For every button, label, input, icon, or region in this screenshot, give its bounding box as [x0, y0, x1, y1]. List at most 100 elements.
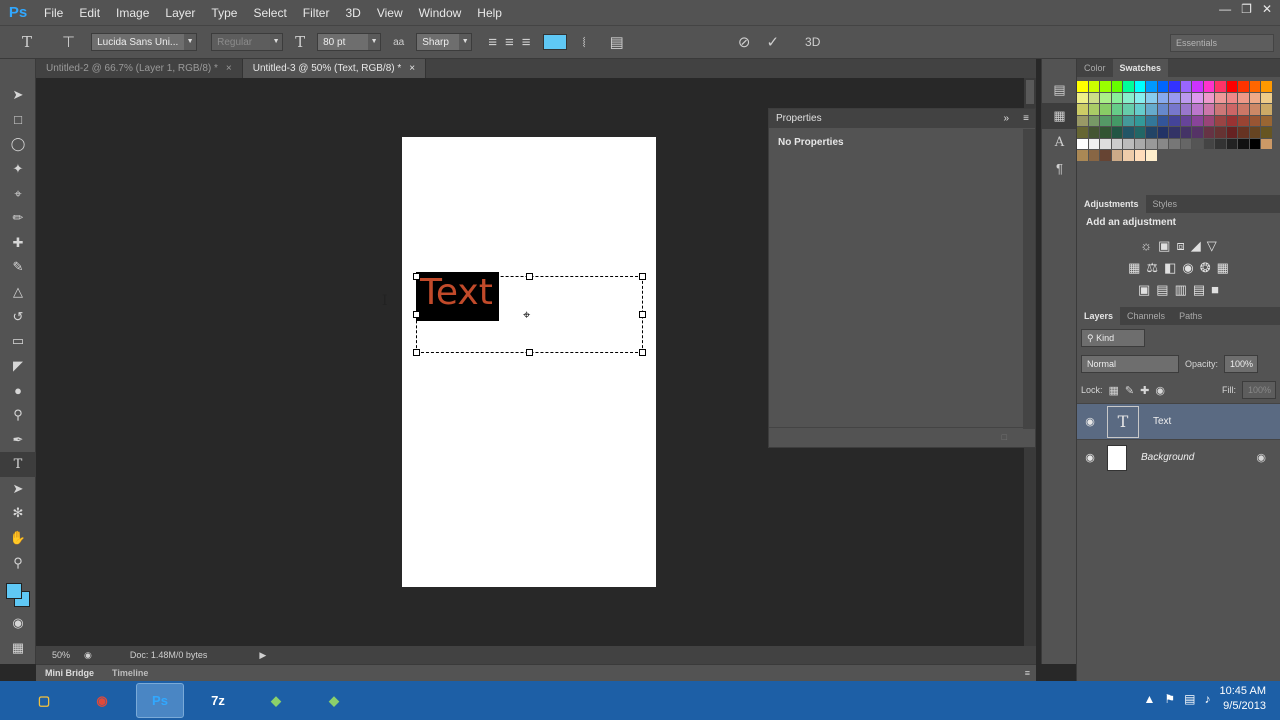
explorer-icon[interactable]: ▢: [20, 683, 68, 718]
align-left-icon[interactable]: ≡: [484, 34, 501, 51]
close-icon[interactable]: ×: [409, 63, 415, 74]
color-swatch[interactable]: [1180, 127, 1191, 138]
color-swatch[interactable]: [1123, 104, 1134, 115]
color-swatch[interactable]: [1146, 81, 1157, 92]
color-swatch[interactable]: [1100, 104, 1111, 115]
panel-menu-icon[interactable]: ≡: [1025, 668, 1030, 678]
tab-untitled-3[interactable]: Untitled-3 @ 50% (Text, RGB/8) * ×: [242, 59, 427, 78]
color-swatch[interactable]: [1100, 115, 1111, 126]
color-swatch[interactable]: [1100, 127, 1111, 138]
color-swatch[interactable]: [1203, 138, 1214, 149]
paint-bucket-tool-icon[interactable]: ◤: [0, 354, 36, 379]
shape-tool-icon[interactable]: ✻: [0, 501, 36, 526]
lock-pixels-icon[interactable]: ✎: [1125, 384, 1134, 397]
color-swatch[interactable]: [1123, 127, 1134, 138]
color-swatch[interactable]: [1134, 104, 1145, 115]
color-swatch[interactable]: [1215, 81, 1226, 92]
color-swatch[interactable]: [1261, 127, 1272, 138]
tab-paths[interactable]: Paths: [1172, 307, 1209, 325]
quick-select-tool-icon[interactable]: ✦: [0, 157, 36, 182]
trash-icon[interactable]: □: [1002, 432, 1007, 442]
pen-tool-icon[interactable]: ✒: [0, 427, 36, 452]
font-family-select[interactable]: Lucida Sans Uni... ▼: [91, 33, 198, 51]
color-swatch[interactable]: [1088, 104, 1099, 115]
color-swatch[interactable]: [1134, 115, 1145, 126]
color-swatch[interactable]: [1249, 115, 1260, 126]
dodge-tool-icon[interactable]: ⚲: [0, 403, 36, 428]
align-right-icon[interactable]: ≡: [518, 34, 535, 51]
color-swatch[interactable]: [1203, 127, 1214, 138]
color-swatch[interactable]: [1100, 138, 1111, 149]
color-swatch[interactable]: [1157, 127, 1168, 138]
color-swatch[interactable]: [1169, 138, 1180, 149]
color-swatch[interactable]: [1226, 115, 1237, 126]
color-swatch[interactable]: [1111, 81, 1122, 92]
channel-mixer-icon[interactable]: ❂: [1200, 260, 1211, 276]
color-swatch[interactable]: [1249, 81, 1260, 92]
color-swatch[interactable]: [1111, 150, 1122, 161]
color-swatch[interactable]: [1261, 138, 1272, 149]
color-swatch[interactable]: [1157, 81, 1168, 92]
posterize-icon[interactable]: ▤: [1156, 282, 1168, 298]
color-swatch[interactable]: [1146, 127, 1157, 138]
color-swatch[interactable]: [1100, 92, 1111, 103]
color-swatch[interactable]: [1146, 115, 1157, 126]
color-swatch[interactable]: [1169, 81, 1180, 92]
system-clock[interactable]: 10:45 AM 9/5/2013: [1220, 684, 1266, 714]
color-swatch[interactable]: [1180, 115, 1191, 126]
color-swatch[interactable]: [1261, 81, 1272, 92]
layer-name[interactable]: Background: [1141, 452, 1194, 463]
color-swatch[interactable]: [1088, 115, 1099, 126]
document-canvas[interactable]: Text ⌖: [402, 137, 656, 587]
color-swatch[interactable]: [1192, 127, 1203, 138]
color-swatch[interactable]: [1203, 104, 1214, 115]
color-swatch[interactable]: [1111, 104, 1122, 115]
color-swatch[interactable]: [1238, 115, 1249, 126]
color-swatch[interactable]: [1226, 138, 1237, 149]
color-swatch[interactable]: [1146, 92, 1157, 103]
properties-scrollbar[interactable]: [1023, 129, 1035, 429]
levels-icon[interactable]: ▣: [1158, 238, 1170, 254]
menu-file[interactable]: File: [36, 6, 71, 20]
menu-filter[interactable]: Filter: [295, 6, 338, 20]
layer-row-background[interactable]: ◉ Background ◉: [1077, 439, 1280, 475]
color-swatch[interactable]: [1215, 104, 1226, 115]
color-swatch[interactable]: [1238, 92, 1249, 103]
color-swatch[interactable]: [1215, 127, 1226, 138]
menu-type[interactable]: Type: [203, 6, 245, 20]
text-bounding-box[interactable]: ⌖: [413, 273, 646, 356]
hand-tool-icon[interactable]: ✋: [0, 526, 36, 551]
color-swatch[interactable]: [1123, 150, 1134, 161]
zoom-tool-icon[interactable]: ⚲: [0, 550, 36, 575]
color-swatch[interactable]: [1077, 81, 1088, 92]
color-swatch[interactable]: [1088, 92, 1099, 103]
color-swatch[interactable]: [1111, 127, 1122, 138]
play-icon[interactable]: ▶: [259, 650, 266, 661]
color-swatch[interactable]: [1238, 81, 1249, 92]
transform-handle[interactable]: [413, 311, 420, 318]
black-white-icon[interactable]: ◧: [1164, 260, 1176, 276]
tab-untitled-2[interactable]: Untitled-2 @ 66.7% (Layer 1, RGB/8) * ×: [36, 59, 243, 78]
commit-edit-icon[interactable]: ✓: [758, 33, 787, 51]
screen-mode-icon[interactable]: ▦: [0, 635, 36, 660]
app-icon[interactable]: ◆: [252, 683, 300, 718]
curves-icon[interactable]: ⧈: [1176, 238, 1184, 254]
tab-timeline[interactable]: Timeline: [103, 668, 157, 678]
brush-tool-icon[interactable]: ✎: [0, 255, 36, 280]
color-swatch[interactable]: [1077, 150, 1088, 161]
menu-edit[interactable]: Edit: [71, 6, 108, 20]
color-swatch[interactable]: [1261, 92, 1272, 103]
tab-adjustments[interactable]: Adjustments: [1077, 195, 1146, 213]
invert-icon[interactable]: ▣: [1138, 282, 1150, 298]
character-icon[interactable]: A: [1042, 129, 1077, 155]
text-color-swatch[interactable]: [542, 34, 567, 50]
history-icon[interactable]: ▤: [1042, 77, 1077, 103]
minimize-icon[interactable]: —: [1219, 2, 1231, 16]
volume-icon[interactable]: ♪: [1205, 692, 1211, 706]
color-swatch[interactable]: [1226, 81, 1237, 92]
transform-handle[interactable]: [413, 273, 420, 280]
color-swatch[interactable]: [1238, 104, 1249, 115]
warp-text-icon[interactable]: ⧙: [575, 34, 594, 51]
color-swatch[interactable]: [1077, 127, 1088, 138]
color-picker[interactable]: [0, 575, 35, 611]
